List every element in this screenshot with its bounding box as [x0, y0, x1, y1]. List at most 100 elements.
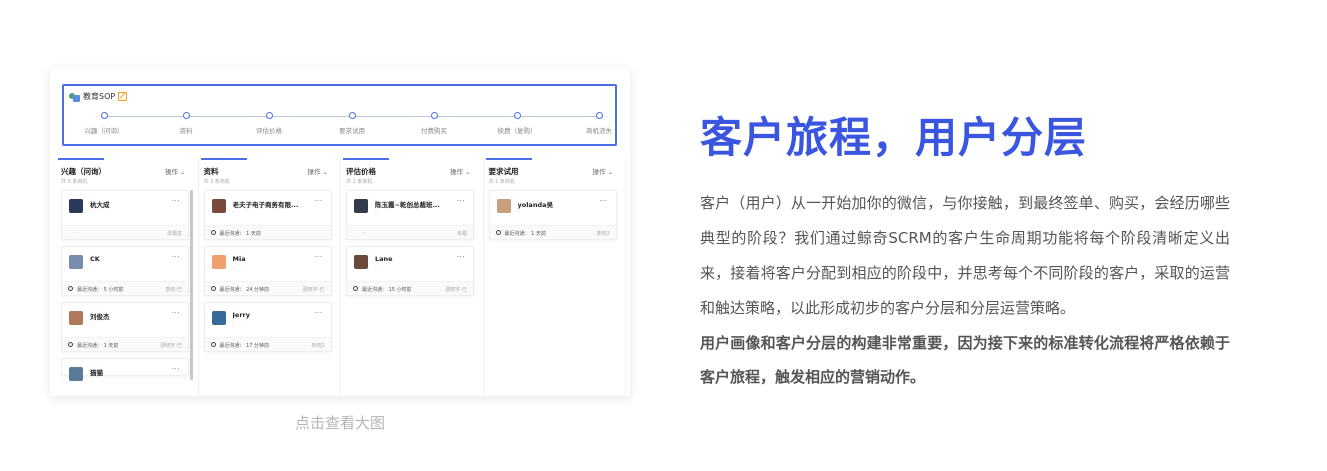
column-operate-button[interactable]: 操作 ⌄ [450, 166, 471, 177]
customer-card[interactable]: 老夫子电子商务有限... - ··· 最近沟通： 1 天前 [203, 190, 332, 240]
customer-card[interactable]: yolanda吴 - ··· 最近沟通： 1 天前 李晓2 [488, 190, 617, 240]
view-large-caption[interactable]: 点击查看大图 [50, 412, 630, 433]
kanban-column: 要求试用 操作 ⌄ 共 1 条商机 yolanda吴 - ··· 最近沟通： 1 天前 李晓2 [484, 158, 626, 396]
customer-sub: - [90, 209, 92, 215]
kanban-column: 评估价格 操作 ⌄ 共 2 条商机 陈玉霞~乾创总裁班... - ··· -- 未跟 Lane -… [341, 158, 484, 396]
customer-name: Jerry [232, 311, 250, 319]
stage-4[interactable]: 付费购买 [404, 112, 464, 135]
avatar [69, 199, 83, 213]
last-contact: 最近沟通： 1 天前 [219, 231, 261, 237]
owner-tag: 未跟 [456, 231, 467, 237]
more-icon[interactable]: ··· [314, 253, 322, 261]
column-count: 共 2 条商机 [346, 179, 373, 185]
customer-name: 刘俊杰 [90, 313, 110, 321]
column-accent-bar [485, 158, 532, 160]
last-contact: 最近沟通： 17 分钟前 [219, 343, 270, 349]
more-icon[interactable]: ··· [599, 197, 607, 205]
kanban-columns: 兴趣（问询） 操作 ⌄ 共 5 条商机 杭大成 - ··· -- 未跟进 CK - ··· 最近沟通：… [56, 158, 626, 396]
stage-2[interactable]: 评估价格 [239, 112, 299, 135]
customer-card[interactable]: 杭大成 - ··· -- 未跟进 [61, 190, 189, 240]
no-contact: -- [361, 230, 365, 236]
screenshot-preview[interactable]: 教育SOP 兴趣（问询） 资料 评估价格 要求试用 付费购买 续费（复购） 商机流失 兴趣（… [50, 68, 630, 396]
avatar [496, 199, 511, 213]
stage-dot [513, 112, 521, 119]
stage-5[interactable]: 续费（复购） [487, 112, 547, 135]
card-footer: -- 未跟 [347, 225, 473, 239]
customer-card[interactable]: Jerry - ··· 最近沟通： 17 分钟前 朱晓2 [203, 302, 332, 352]
owner-tag: 未跟进 [166, 231, 182, 237]
stage-label: 资料 [179, 127, 193, 135]
avatar [69, 367, 83, 381]
avatar [211, 199, 226, 213]
customer-name: 老夫子电子商务有限... [232, 201, 299, 209]
stage-dot [265, 112, 273, 119]
clock-icon [210, 230, 216, 235]
card-footer: 最近沟通： 5 小时前 李晓-已 [62, 281, 188, 295]
stage-1[interactable]: 资料 [156, 112, 216, 135]
clock-icon [68, 342, 73, 347]
customer-card[interactable]: 猫猫 ··· [61, 358, 189, 381]
no-contact: -- [76, 230, 80, 236]
clock-icon [68, 286, 73, 291]
card-footer: 最近沟通： 24 分钟前 邵晓宇-已 [204, 281, 331, 295]
headline: 客户旅程，用户分层 [700, 113, 1088, 162]
last-contact: 最近沟通： 1 天前 [77, 343, 119, 349]
more-icon[interactable]: ··· [314, 197, 322, 205]
card-footer: 最近沟通： 1 天前 李晓2 [489, 225, 616, 239]
stage-0[interactable]: 兴趣（问询） [74, 112, 134, 135]
column-operate-button[interactable]: 操作 ⌄ [592, 166, 613, 177]
customer-name: Mia [232, 255, 246, 263]
customer-sub: - [232, 321, 235, 327]
column-title: 资料 [203, 167, 219, 176]
sop-title: 教育SOP [83, 92, 116, 101]
customer-sub: - [375, 209, 377, 215]
more-icon[interactable]: ··· [172, 253, 180, 261]
description-paragraph: 客户（用户）从一开始加你的微信，与你接触，到最终签单、购买，会经历哪些典型的阶段… [700, 194, 1230, 317]
card-footer: 最近沟通： 1 天前 [204, 225, 331, 239]
stage-label: 兴趣（问询） [84, 127, 124, 135]
card-footer: 最近沟通： 1 天前 邵晓宇-已 [62, 337, 188, 351]
stage-dot [100, 112, 108, 119]
stage-label: 要求试用 [339, 127, 365, 135]
more-icon[interactable]: ··· [314, 309, 322, 317]
customer-card[interactable]: CK - ··· 最近沟通： 5 小时前 李晓-已 [61, 246, 189, 296]
stage-dot [595, 112, 603, 119]
avatar [69, 255, 83, 269]
column-count: 共 5 条商机 [61, 179, 88, 185]
stage-dot [348, 112, 356, 119]
owner-tag: 李晓-已 [165, 287, 182, 293]
owner-tag: 朱晓2 [311, 343, 325, 349]
last-contact: 最近沟通： 15 小时前 [362, 287, 412, 293]
stage-6[interactable]: 商机流失 [569, 112, 629, 135]
column-operate-button[interactable]: 操作 ⌄ [307, 166, 328, 177]
stage-label: 评估价格 [256, 127, 282, 135]
owner-tag: 邵晓宇-已 [160, 343, 182, 349]
more-icon[interactable]: ··· [172, 365, 180, 373]
more-icon[interactable]: ··· [457, 253, 465, 261]
stage-label: 付费购买 [421, 127, 447, 135]
card-footer: 最近沟通： 15 小时前 邵晓宇-已 [347, 281, 473, 295]
emphasis-paragraph: 用户画像和客户分层的构建非常重要，因为接下来的标准转化流程将严格依赖于客户旅程，… [700, 334, 1230, 386]
customer-card[interactable]: Lane - ··· 最近沟通： 15 小时前 邵晓宇-已 [346, 246, 474, 296]
more-icon[interactable]: ··· [457, 197, 465, 205]
more-icon[interactable]: ··· [172, 309, 180, 317]
kanban-column: 兴趣（问询） 操作 ⌄ 共 5 条商机 杭大成 - ··· -- 未跟进 CK - ··· 最近沟通：… [56, 158, 199, 396]
customer-name: 陈玉霞~乾创总裁班... [375, 201, 440, 209]
column-scrollbar[interactable] [189, 190, 193, 380]
avatar [69, 311, 83, 325]
column-operate-button[interactable]: 操作 ⌄ [165, 166, 186, 177]
card-footer: -- 未跟进 [62, 225, 188, 239]
stage-3[interactable]: 要求试用 [322, 112, 382, 135]
customer-card[interactable]: 刘俊杰 - ··· 最近沟通： 1 天前 邵晓宇-已 [61, 302, 189, 352]
customer-sub: - [375, 265, 377, 271]
kanban-column: 资料 操作 ⌄ 共 3 条商机 老夫子电子商务有限... - ··· 最近沟通： 1 天前 M… [199, 158, 341, 396]
customer-card[interactable]: 陈玉霞~乾创总裁班... - ··· -- 未跟 [346, 190, 474, 240]
owner-tag: 邵晓宇-已 [445, 287, 467, 293]
sop-logo-icon [69, 91, 80, 102]
column-accent-bar [58, 158, 104, 160]
edit-icon[interactable] [118, 92, 128, 101]
customer-name: 猫猫 [90, 369, 103, 377]
customer-card[interactable]: Mia - ··· 最近沟通： 24 分钟前 邵晓宇-已 [203, 246, 332, 296]
more-icon[interactable]: ··· [172, 197, 180, 205]
last-contact: 最近沟通： 5 小时前 [77, 287, 124, 293]
